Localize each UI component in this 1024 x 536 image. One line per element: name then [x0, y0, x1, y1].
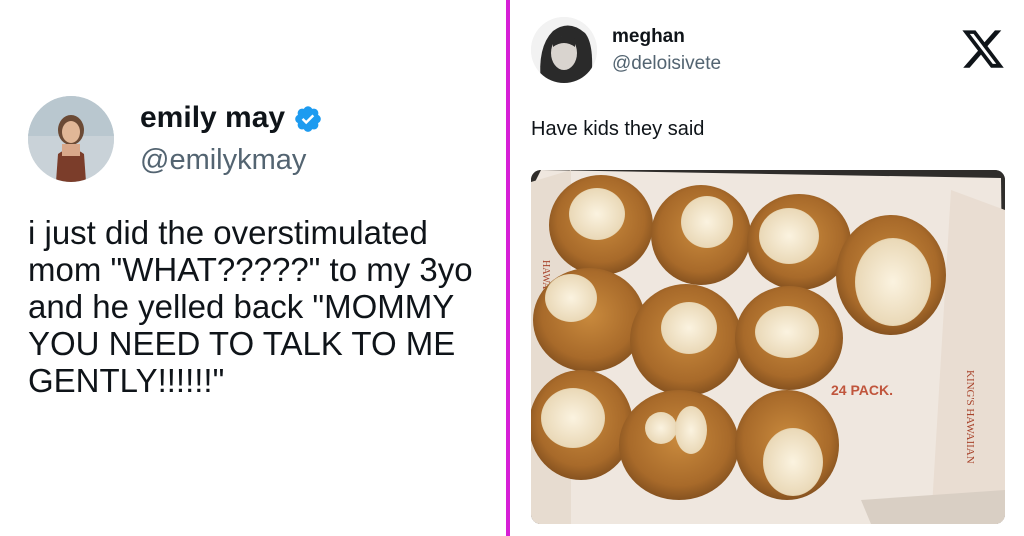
bun-3 — [747, 194, 851, 290]
bun-10 — [735, 390, 839, 500]
bun-9 — [619, 390, 739, 500]
left-tweet-card: emily may @emilykmay i just did the over… — [0, 0, 506, 536]
tweet-photo-rolls[interactable]: KING'S HAWAIIAN HAWAIIAN 24 PACK. — [531, 170, 1005, 524]
emily-avatar-image — [28, 96, 114, 182]
meghan-tweet-text: Have kids they said — [531, 118, 705, 140]
emily-handle[interactable]: @emilykmay — [140, 142, 306, 178]
bun-5 — [533, 268, 645, 372]
bun-7 — [735, 286, 843, 390]
emily-name-text: emily may — [140, 101, 286, 134]
bun-8 — [531, 370, 633, 480]
meghan-avatar[interactable] — [531, 17, 597, 83]
verified-badge-icon — [295, 106, 321, 132]
bun-6 — [630, 284, 742, 396]
box-text-kings-hawaiian: KING'S HAWAIIAN — [964, 370, 976, 464]
emily-tweet-text: i just did the overstimulated mom "WHAT?… — [28, 214, 473, 399]
x-logo-icon[interactable] — [960, 26, 1006, 72]
emily-avatar[interactable] — [28, 96, 114, 182]
bun-4 — [836, 215, 946, 335]
meghan-handle[interactable]: @deloisivete — [612, 53, 721, 75]
box-text-24-pack: 24 PACK. — [831, 382, 893, 398]
emily-display-name[interactable]: emily may — [140, 100, 323, 136]
meghan-display-name[interactable]: meghan — [612, 26, 685, 48]
bun-1 — [549, 175, 653, 275]
meghan-avatar-image — [531, 17, 597, 83]
bread-rolls-image: KING'S HAWAIIAN HAWAIIAN 24 PACK. — [531, 170, 1005, 524]
bun-2 — [651, 185, 751, 285]
